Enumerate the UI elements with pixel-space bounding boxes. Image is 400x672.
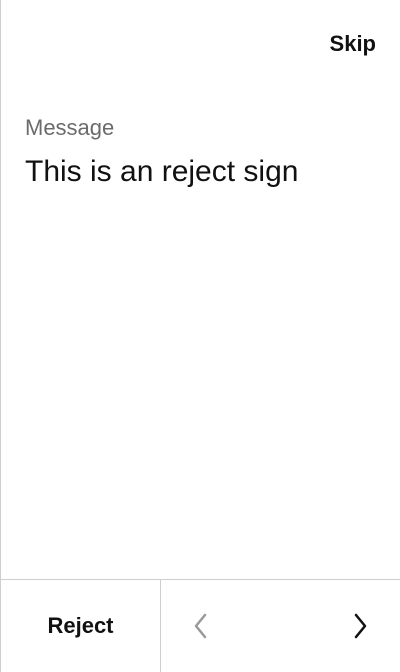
skip-button[interactable]: Skip: [330, 28, 376, 60]
previous-button[interactable]: [183, 608, 219, 644]
reject-button[interactable]: Reject: [1, 580, 161, 672]
chevron-right-icon: [354, 613, 367, 639]
navigation-area: [161, 580, 400, 672]
bottom-action-bar: Reject: [1, 579, 400, 672]
next-button[interactable]: [342, 608, 378, 644]
message-text: This is an reject sign: [25, 155, 299, 188]
message-screen: Skip Message This is an reject sign Reje…: [0, 0, 400, 672]
chevron-left-icon: [194, 613, 207, 639]
message-label: Message: [25, 115, 115, 140]
message-content: Message This is an reject sign: [25, 114, 380, 190]
